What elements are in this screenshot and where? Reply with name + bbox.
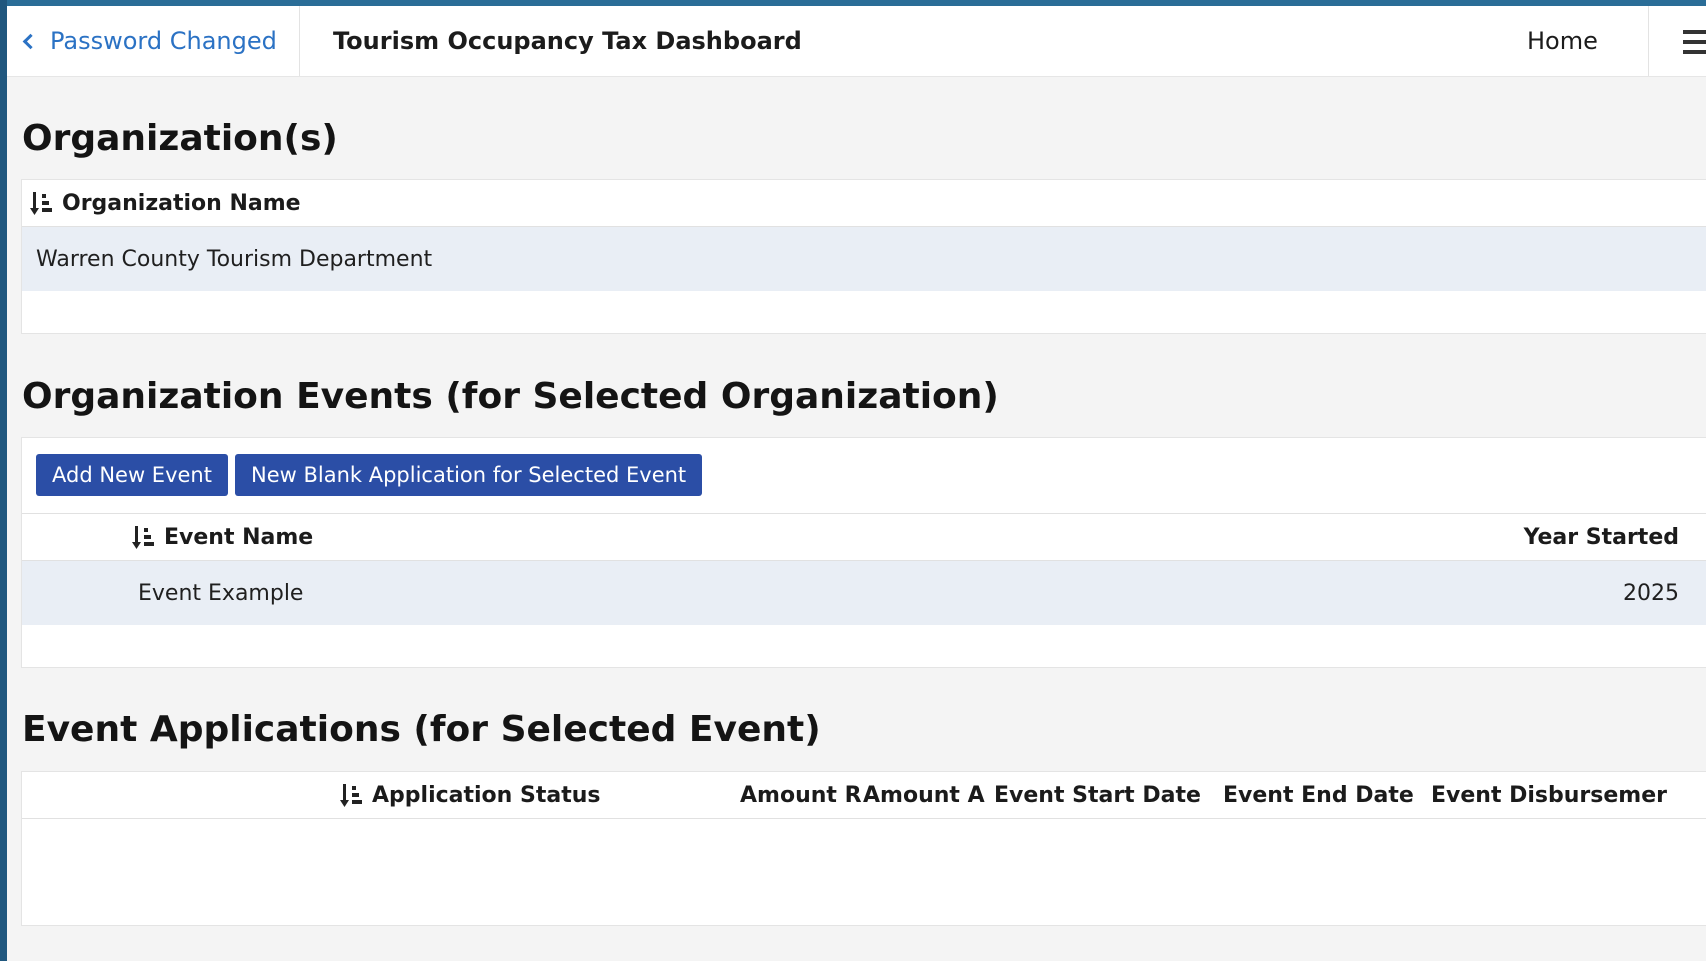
new-blank-application-button[interactable]: New Blank Application for Selected Event: [235, 454, 703, 496]
column-header-amount-requested[interactable]: Amount R: [740, 772, 862, 818]
column-header-label: Event Name: [164, 524, 314, 550]
applications-table-header: Application Status Amount R Amount A Eve…: [22, 772, 1706, 819]
event-name-cell: Event Example: [138, 580, 304, 606]
navbar-divider: [1648, 6, 1649, 76]
add-new-event-button[interactable]: Add New Event: [36, 454, 228, 496]
applications-table: Application Status Amount R Amount A Eve…: [21, 771, 1706, 926]
organizations-table: Organization Name Warren County Tourism …: [21, 179, 1706, 334]
events-heading: Organization Events (for Selected Organi…: [22, 376, 999, 417]
back-button[interactable]: Password Changed: [7, 6, 300, 76]
table-row[interactable]: Warren County Tourism Department: [22, 227, 1706, 291]
year-started-cell: 2025: [1623, 580, 1679, 606]
column-header-application-status[interactable]: Application Status: [340, 772, 600, 818]
table-row[interactable]: Event Example 2025: [22, 561, 1706, 625]
organization-name-cell: Warren County Tourism Department: [36, 246, 433, 272]
window-left-border: [0, 0, 7, 961]
home-link[interactable]: Home: [1527, 6, 1598, 76]
chevron-left-icon: [22, 33, 39, 49]
organizations-heading: Organization(s): [22, 118, 338, 159]
sort-ascending-icon: [30, 192, 52, 215]
top-navbar: Password Changed Tourism Occupancy Tax D…: [7, 6, 1706, 77]
page-title: Tourism Occupancy Tax Dashboard: [333, 27, 802, 55]
column-header-event-end-date[interactable]: Event End Date: [1223, 772, 1414, 818]
sort-ascending-icon: [132, 526, 154, 549]
events-table-header: Event Name Year Started: [22, 513, 1706, 561]
column-header-year-started[interactable]: Year Started: [1524, 514, 1679, 560]
events-table: Add New Event New Blank Application for …: [21, 437, 1706, 668]
column-header-label: Application Status: [372, 782, 601, 808]
column-header-organization-name[interactable]: Organization Name: [30, 180, 301, 226]
applications-heading: Event Applications (for Selected Event): [22, 709, 821, 750]
column-header-label: Organization Name: [62, 190, 301, 216]
back-button-label: Password Changed: [50, 27, 277, 55]
hamburger-menu-icon[interactable]: [1683, 30, 1706, 54]
sort-ascending-icon: [340, 784, 362, 807]
column-header-event-start-date[interactable]: Event Start Date: [994, 772, 1201, 818]
column-header-event-disbursement[interactable]: Event Disbursemer: [1431, 772, 1667, 818]
column-header-event-name[interactable]: Event Name: [132, 514, 313, 560]
organizations-table-header: Organization Name: [22, 180, 1706, 227]
column-header-amount-approved[interactable]: Amount A: [863, 772, 985, 818]
applications-table-body-empty: [22, 819, 1706, 925]
